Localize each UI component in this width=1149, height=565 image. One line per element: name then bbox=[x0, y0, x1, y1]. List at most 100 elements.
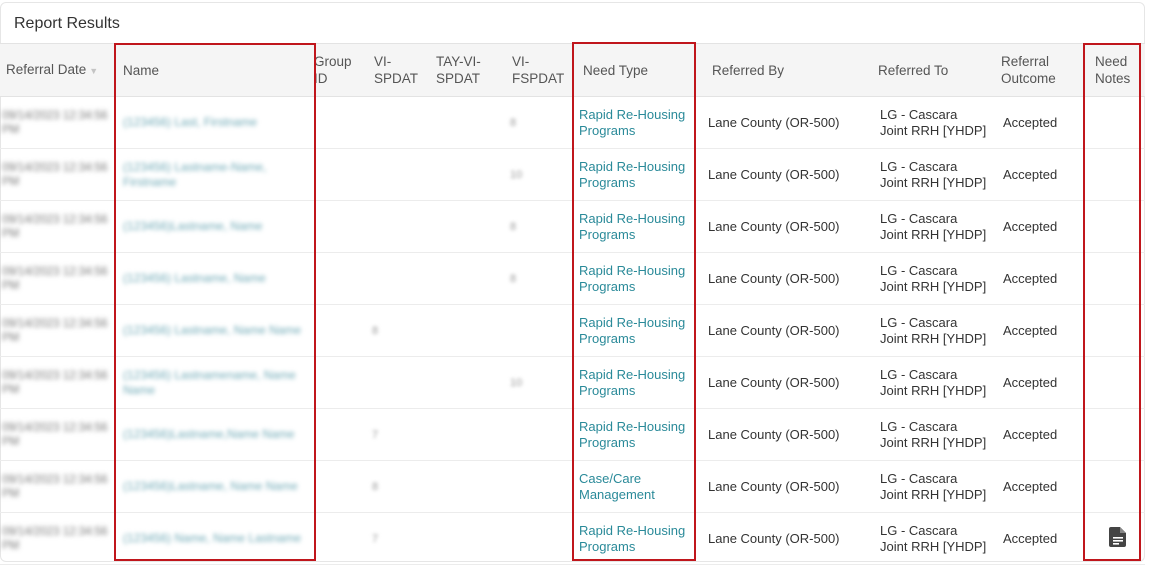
vi-spdat-cell bbox=[368, 148, 430, 201]
referral-date-cell: 09/14/2023 12:34:56 PM bbox=[0, 96, 115, 149]
need-type-link[interactable]: Case/Care Management bbox=[573, 460, 700, 513]
vi-spdat-cell: 7 bbox=[368, 408, 430, 461]
vi-fspdat-cell: 10 bbox=[506, 148, 573, 201]
referral-outcome-cell: Accepted bbox=[995, 200, 1085, 253]
vi-fspdat-cell: 10 bbox=[506, 356, 573, 409]
referred-by-cell: Lane County (OR-500) bbox=[700, 512, 872, 565]
client-name-link[interactable]: (123456)Lastname,Name Name bbox=[115, 408, 311, 461]
need-notes-cell bbox=[1085, 200, 1145, 253]
table-row[interactable]: 09/14/2023 12:34:56 PM (123456) Lastname,… bbox=[0, 304, 1145, 357]
referred-to-cell: LG - Cascara Joint RRH [YHDP] bbox=[872, 460, 995, 513]
client-name-link[interactable]: (123456) Name, Name Lastname bbox=[115, 512, 311, 565]
referred-to-cell: LG - Cascara Joint RRH [YHDP] bbox=[872, 148, 995, 201]
tay-vi-spdat-cell bbox=[430, 512, 506, 565]
column-header-tay-vi-spdat[interactable]: TAY-VI-SPDAT bbox=[430, 43, 506, 97]
referral-date-cell: 09/14/2023 12:34:56 PM bbox=[0, 304, 115, 357]
need-notes-cell bbox=[1085, 460, 1145, 513]
column-header-referral-outcome[interactable]: Referral Outcome bbox=[995, 43, 1085, 97]
referred-by-cell: Lane County (OR-500) bbox=[700, 304, 872, 357]
column-header-vi-spdat[interactable]: VI-SPDAT bbox=[368, 43, 430, 97]
need-type-link[interactable]: Rapid Re-Housing Programs bbox=[573, 252, 700, 305]
vi-spdat-cell bbox=[368, 356, 430, 409]
referred-by-cell: Lane County (OR-500) bbox=[700, 96, 872, 149]
referred-by-cell: Lane County (OR-500) bbox=[700, 252, 872, 305]
need-notes-cell bbox=[1085, 512, 1145, 565]
table-row[interactable]: 09/14/2023 12:34:56 PM (123456) Name, Nam… bbox=[0, 512, 1145, 565]
referral-date-cell: 09/14/2023 12:34:56 PM bbox=[0, 356, 115, 409]
need-type-link[interactable]: Rapid Re-Housing Programs bbox=[573, 200, 700, 253]
referral-outcome-cell: Accepted bbox=[995, 252, 1085, 305]
referred-by-cell: Lane County (OR-500) bbox=[700, 200, 872, 253]
referred-by-cell: Lane County (OR-500) bbox=[700, 408, 872, 461]
tay-vi-spdat-cell bbox=[430, 252, 506, 305]
client-name-link[interactable]: (123456) Lastname, Name bbox=[115, 252, 311, 305]
referred-by-cell: Lane County (OR-500) bbox=[700, 148, 872, 201]
column-header-referral-date[interactable]: Referral Date ▼ bbox=[0, 43, 115, 97]
referral-date-cell: 09/14/2023 12:34:56 PM bbox=[0, 200, 115, 253]
column-header-vi-fspdat[interactable]: VI-FSPDAT bbox=[506, 43, 573, 97]
referral-outcome-cell: Accepted bbox=[995, 304, 1085, 357]
table-row[interactable]: 09/14/2023 12:34:56 PM (123456)Lastname,N… bbox=[0, 408, 1145, 461]
need-type-link[interactable]: Rapid Re-Housing Programs bbox=[573, 408, 700, 461]
column-header-need-type[interactable]: Need Type bbox=[573, 43, 700, 97]
group-id-cell bbox=[311, 356, 368, 409]
referral-outcome-cell: Accepted bbox=[995, 356, 1085, 409]
need-type-link[interactable]: Rapid Re-Housing Programs bbox=[573, 512, 700, 565]
table-row[interactable]: 09/14/2023 12:34:56 PM (123456)Lastname, … bbox=[0, 460, 1145, 513]
document-icon[interactable] bbox=[1109, 526, 1127, 547]
client-name-link[interactable]: (123456) Lastnamename, Name Name bbox=[115, 356, 311, 409]
group-id-cell bbox=[311, 304, 368, 357]
need-notes-cell bbox=[1085, 148, 1145, 201]
tay-vi-spdat-cell bbox=[430, 304, 506, 357]
referral-date-cell: 09/14/2023 12:34:56 PM bbox=[0, 460, 115, 513]
referred-to-cell: LG - Cascara Joint RRH [YHDP] bbox=[872, 96, 995, 149]
referred-to-cell: LG - Cascara Joint RRH [YHDP] bbox=[872, 304, 995, 357]
referral-date-cell: 09/14/2023 12:34:56 PM bbox=[0, 148, 115, 201]
group-id-cell bbox=[311, 512, 368, 565]
referred-by-cell: Lane County (OR-500) bbox=[700, 460, 872, 513]
need-type-link[interactable]: Rapid Re-Housing Programs bbox=[573, 304, 700, 357]
client-name-link[interactable]: (123456)Lastname, Name Name bbox=[115, 460, 311, 513]
referred-by-cell: Lane County (OR-500) bbox=[700, 356, 872, 409]
referred-to-cell: LG - Cascara Joint RRH [YHDP] bbox=[872, 200, 995, 253]
referred-to-cell: LG - Cascara Joint RRH [YHDP] bbox=[872, 356, 995, 409]
vi-fspdat-cell bbox=[506, 304, 573, 357]
referral-outcome-cell: Accepted bbox=[995, 96, 1085, 149]
table-row[interactable]: 09/14/2023 12:34:56 PM (123456) Last, Fir… bbox=[0, 96, 1145, 149]
vi-fspdat-cell: 8 bbox=[506, 200, 573, 253]
need-type-link[interactable]: Rapid Re-Housing Programs bbox=[573, 148, 700, 201]
panel-title: Report Results bbox=[14, 15, 120, 32]
referral-date-cell: 09/14/2023 12:34:56 PM bbox=[0, 252, 115, 305]
group-id-cell bbox=[311, 460, 368, 513]
referred-to-cell: LG - Cascara Joint RRH [YHDP] bbox=[872, 408, 995, 461]
need-type-link[interactable]: Rapid Re-Housing Programs bbox=[573, 356, 700, 409]
table-row[interactable]: 09/14/2023 12:34:56 PM (123456) Lastname,… bbox=[0, 252, 1145, 305]
need-notes-cell bbox=[1085, 252, 1145, 305]
results-table: Referral Date ▼ Name Group ID VI-SPDAT TA… bbox=[0, 43, 1145, 565]
referral-date-cell: 09/14/2023 12:34:56 PM bbox=[0, 408, 115, 461]
need-type-link[interactable]: Rapid Re-Housing Programs bbox=[573, 96, 700, 149]
column-header-name[interactable]: Name bbox=[115, 43, 311, 97]
table-row[interactable]: 09/14/2023 12:34:56 PM (123456)Lastname, … bbox=[0, 200, 1145, 253]
group-id-cell bbox=[311, 200, 368, 253]
vi-fspdat-cell bbox=[506, 460, 573, 513]
referred-to-cell: LG - Cascara Joint RRH [YHDP] bbox=[872, 252, 995, 305]
vi-spdat-cell: 8 bbox=[368, 460, 430, 513]
tay-vi-spdat-cell bbox=[430, 148, 506, 201]
referral-outcome-cell: Accepted bbox=[995, 512, 1085, 565]
table-row[interactable]: 09/14/2023 12:34:56 PM (123456) Lastnamen… bbox=[0, 356, 1145, 409]
client-name-link[interactable]: (123456)Lastname, Name bbox=[115, 200, 311, 253]
column-header-referred-by[interactable]: Referred By bbox=[700, 43, 872, 97]
column-header-need-notes[interactable]: Need Notes bbox=[1085, 43, 1145, 97]
vi-spdat-cell: 8 bbox=[368, 304, 430, 357]
column-header-referred-to[interactable]: Referred To bbox=[872, 43, 995, 97]
client-name-link[interactable]: (123456) Lastname-Name, Firstname bbox=[115, 148, 311, 201]
vi-fspdat-cell bbox=[506, 512, 573, 565]
column-header-group-id[interactable]: Group ID bbox=[311, 43, 368, 97]
need-notes-cell bbox=[1085, 356, 1145, 409]
table-row[interactable]: 09/14/2023 12:34:56 PM (123456) Lastname-… bbox=[0, 148, 1145, 201]
client-name-link[interactable]: (123456) Last, Firstname bbox=[115, 96, 311, 149]
vi-spdat-cell bbox=[368, 252, 430, 305]
client-name-link[interactable]: (123456) Lastname, Name Name bbox=[115, 304, 311, 357]
vi-spdat-cell bbox=[368, 200, 430, 253]
